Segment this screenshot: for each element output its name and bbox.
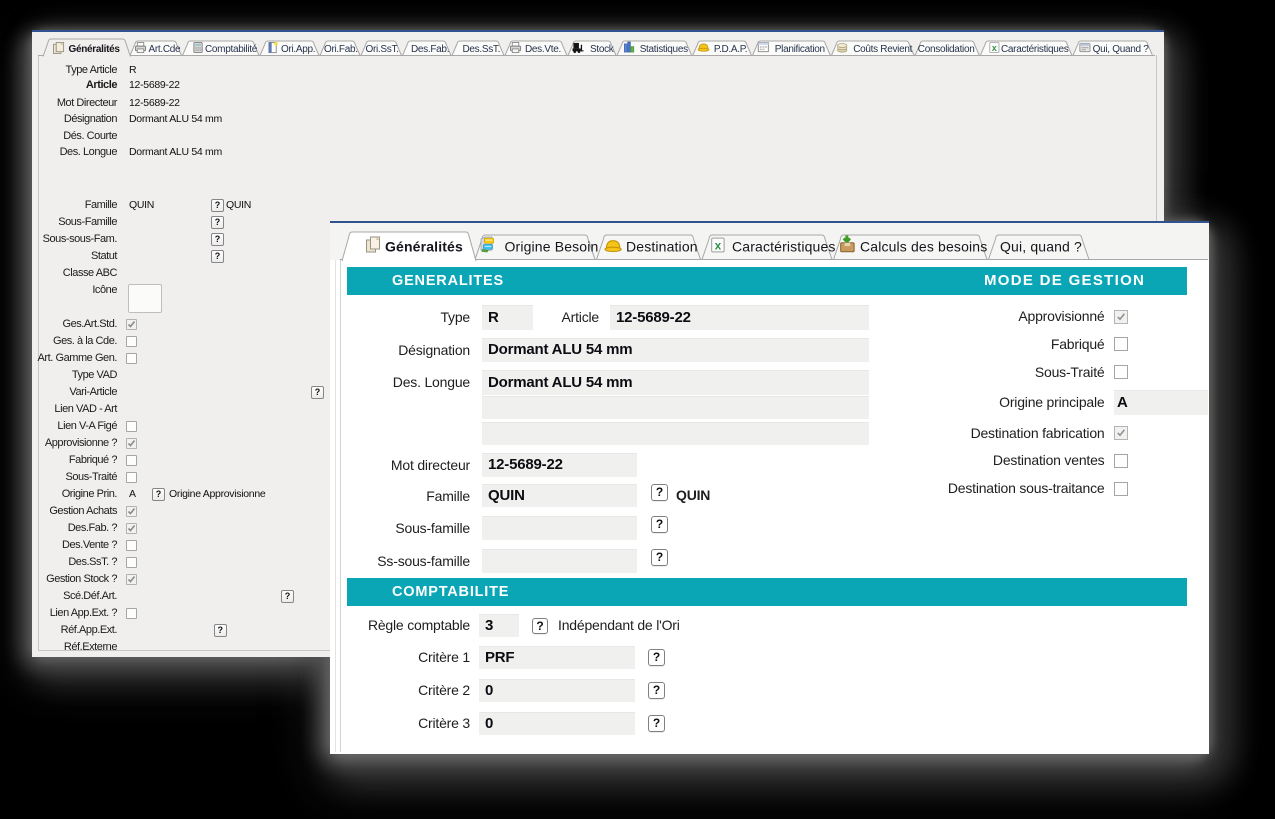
svg-text:x: x <box>715 239 722 253</box>
svg-text:x: x <box>992 43 997 53</box>
svg-text:Qui, Quand ?: Qui, Quand ? <box>1093 44 1150 55</box>
svg-text:Coûts Revient: Coûts Revient <box>853 44 912 55</box>
svg-text:Caractéristiques: Caractéristiques <box>1001 44 1069 55</box>
svg-text:Généralités: Généralités <box>69 44 121 55</box>
svg-text:Statistiques: Statistiques <box>640 44 688 55</box>
svg-text:P.D.A.P.: P.D.A.P. <box>714 44 747 55</box>
svg-text:Des.SsT.: Des.SsT. <box>463 44 501 55</box>
svg-text:Ori.Fab.: Ori.Fab. <box>324 44 358 55</box>
svg-text:Ori.SsT.: Ori.SsT. <box>366 44 399 55</box>
svg-text:Art.Cde: Art.Cde <box>149 44 182 55</box>
svg-text:Ori.App.: Ori.App. <box>281 44 315 55</box>
svg-text:Qui, quand ?: Qui, quand ? <box>1000 239 1082 255</box>
svg-text:Généralités: Généralités <box>385 239 463 255</box>
svg-text:Caractéristiques: Caractéristiques <box>732 239 836 255</box>
svg-text:Calculs des besoins: Calculs des besoins <box>860 239 987 255</box>
svg-text:Des.Vte.: Des.Vte. <box>525 44 561 55</box>
svg-text:Comptabilité: Comptabilité <box>205 44 258 55</box>
svg-text:Consolidation: Consolidation <box>918 44 975 55</box>
svg-text:Destination: Destination <box>626 239 698 255</box>
svg-text:Des.Fab.: Des.Fab. <box>411 44 449 55</box>
svg-text:Planification: Planification <box>775 44 825 55</box>
svg-text:Stock: Stock <box>590 44 615 55</box>
svg-text:Origine Besoin: Origine Besoin <box>505 239 599 255</box>
